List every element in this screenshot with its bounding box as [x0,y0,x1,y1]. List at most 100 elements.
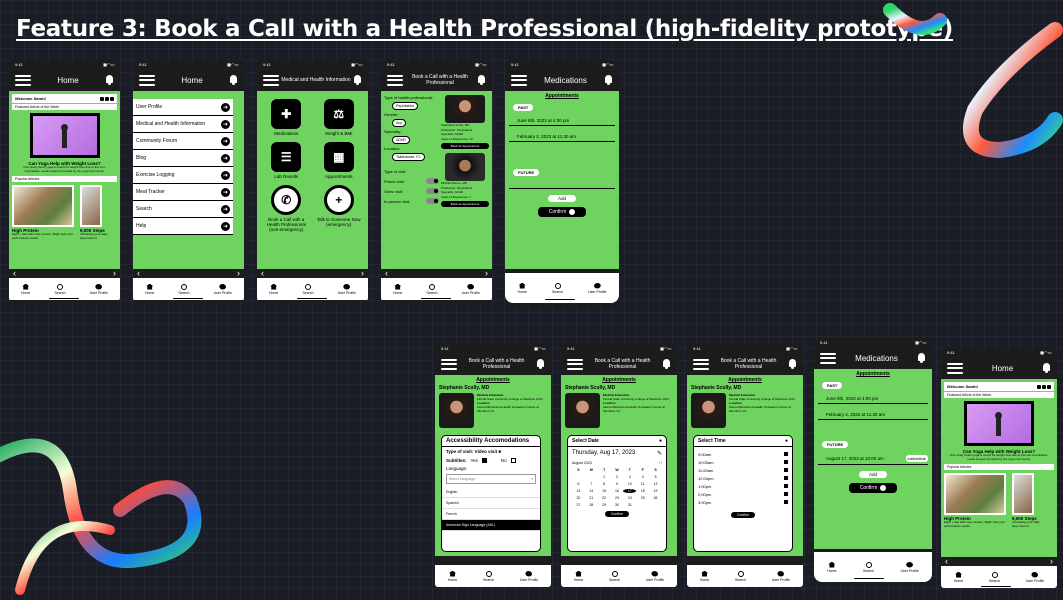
calendar-day[interactable]: 17 [623,489,637,493]
article-card[interactable]: 9,000 Steps Increasing your daily step c… [80,185,110,240]
bell-icon[interactable] [353,75,362,85]
calendar-day[interactable]: 7 [585,482,598,486]
calendar-day[interactable]: 9 [611,482,624,486]
tile-medications[interactable]: ✚ Medications [263,99,310,136]
menu-item-medical[interactable]: Medical and Health Information ➜ [133,116,233,133]
tab-search[interactable]: Search [989,571,1000,583]
microphone-icon[interactable]: ● [785,438,788,444]
tab-profile[interactable]: User Profile [462,283,480,295]
add-button[interactable]: Add [859,471,887,478]
time-slot[interactable]: 11:00am [698,468,788,473]
time-slot[interactable]: 3:00pm [698,500,788,505]
month-nav-icons[interactable]: ‹ › [659,461,662,465]
article-card[interactable]: 9,000 Steps Increasing your daily step c… [1012,473,1042,528]
lang-option[interactable]: Spanish [442,498,540,509]
tab-search[interactable]: Search [735,570,746,582]
confirm-button[interactable]: Confirm [605,511,629,517]
confirm-button[interactable]: Confirm [538,207,586,217]
tab-profile[interactable]: User Profile [772,570,790,582]
bell-icon[interactable] [477,75,486,85]
tab-home[interactable]: Home [954,571,963,583]
prev-arrow-icon[interactable]: ‹ [945,557,948,566]
no-checkbox[interactable] [510,458,516,463]
time-slot[interactable]: 2:00pm [698,492,788,497]
article-card[interactable]: High Protein Eight + diet with more prot… [12,185,74,240]
next-arrow-icon[interactable]: › [485,269,488,278]
tile-weight[interactable]: ⚖ Weight & BMI [316,99,363,136]
menu-item-help[interactable]: Help ➜ [133,218,233,235]
phone-visit-toggle[interactable] [426,178,439,184]
pencil-icon[interactable]: ✎ [657,450,662,457]
lang-option[interactable]: French [442,509,540,520]
tab-home[interactable]: Home [393,283,402,295]
time-slot[interactable]: 12:00pm [698,476,788,481]
calendar-day[interactable]: 1 [598,475,611,479]
calendar-day[interactable]: 12 [649,482,662,486]
bell-icon[interactable] [1042,363,1051,373]
hamburger-menu-icon[interactable] [820,352,836,364]
prev-arrow-icon[interactable]: ‹ [137,269,140,278]
video-visit-toggle[interactable] [426,188,439,194]
menu-item-user-profile[interactable]: User Profile ➜ [133,99,233,116]
tile-book-call[interactable]: ✆ Book a Call with a Health Professional … [263,185,310,232]
tab-profile[interactable]: User Profile [588,282,606,294]
tab-profile[interactable]: User Profile [338,283,356,295]
bell-icon[interactable] [662,359,671,369]
calendar-day[interactable]: 11 [636,482,649,486]
lang-option[interactable]: American Sign Language (ASL) [442,520,540,531]
month-select[interactable]: August 2023 [572,461,592,465]
hamburger-menu-icon[interactable] [511,74,527,86]
next-arrow-icon[interactable]: › [237,269,240,278]
calendar-day[interactable]: 23 [611,496,624,500]
hamburger-menu-icon[interactable] [947,362,963,374]
book-appointment-button[interactable]: Book an Appointment [441,201,489,207]
hamburger-menu-icon[interactable] [567,358,583,370]
location-filter[interactable]: Tallahassee, FL [392,153,425,161]
menu-item-exercise[interactable]: Exercise Logging ➜ [133,167,233,184]
bell-icon[interactable] [229,75,238,85]
lang-option[interactable]: English [442,487,540,498]
featured-video[interactable] [964,401,1034,446]
tab-home[interactable]: Home [21,283,30,295]
calendar-day[interactable]: 16 [611,489,624,493]
social-icons[interactable] [1037,384,1051,389]
tab-search[interactable]: Search [483,570,494,582]
menu-item-blog[interactable]: Blog ➜ [133,150,233,167]
calendar-day[interactable]: 10 [623,482,636,486]
yes-checkbox[interactable] [481,458,487,463]
calendar-day[interactable]: 26 [649,496,662,500]
tab-profile[interactable]: User Profile [900,561,919,573]
tab-search[interactable]: Search [178,283,190,295]
menu-item-forum[interactable]: Community Forum ➜ [133,133,233,150]
calendar-day[interactable]: 2 [611,475,624,479]
tab-search[interactable]: Search [863,561,874,573]
tile-talk-now[interactable]: + Talk to Someone Now (emergency) [316,185,363,232]
bell-icon[interactable] [917,353,926,363]
next-arrow-icon[interactable]: › [361,269,364,278]
time-slot[interactable]: 9:00am [698,452,788,457]
calendar-day[interactable]: 20 [572,496,585,500]
next-arrow-icon[interactable]: › [113,269,116,278]
article-card[interactable]: High Protein Eight + diet with more prot… [944,473,1006,528]
tab-home[interactable]: Home [574,570,583,582]
appointment-item[interactable]: February 2, 2022 at 11:30 am [818,410,928,420]
hamburger-menu-icon[interactable] [263,74,279,86]
language-select[interactable]: Select Language ▾ [446,474,536,484]
hamburger-menu-icon[interactable] [387,74,403,86]
tab-home[interactable]: Home [269,283,278,295]
appointment-item[interactable]: August 17, 2023 at 10:00 am edit/delete [818,453,928,465]
time-slot[interactable]: 10:00am [698,460,788,465]
gender-filter[interactable]: Any [392,119,407,127]
tab-home[interactable]: Home [700,570,709,582]
tab-profile[interactable]: User Profile [90,283,108,295]
tile-lab-results[interactable]: ☰ Lab Results [263,142,310,179]
prev-arrow-icon[interactable]: ‹ [13,269,16,278]
tab-home[interactable]: Home [145,283,154,295]
time-slot[interactable]: 1:00pm [698,484,788,489]
next-arrow-icon[interactable]: › [1050,557,1053,566]
calendar-day[interactable]: 24 [623,496,636,500]
tab-profile[interactable]: User Profile [520,570,538,582]
calendar-day[interactable]: 19 [649,489,662,493]
featured-video[interactable] [29,113,100,158]
edit-delete-button[interactable]: edit/delete [905,455,928,462]
